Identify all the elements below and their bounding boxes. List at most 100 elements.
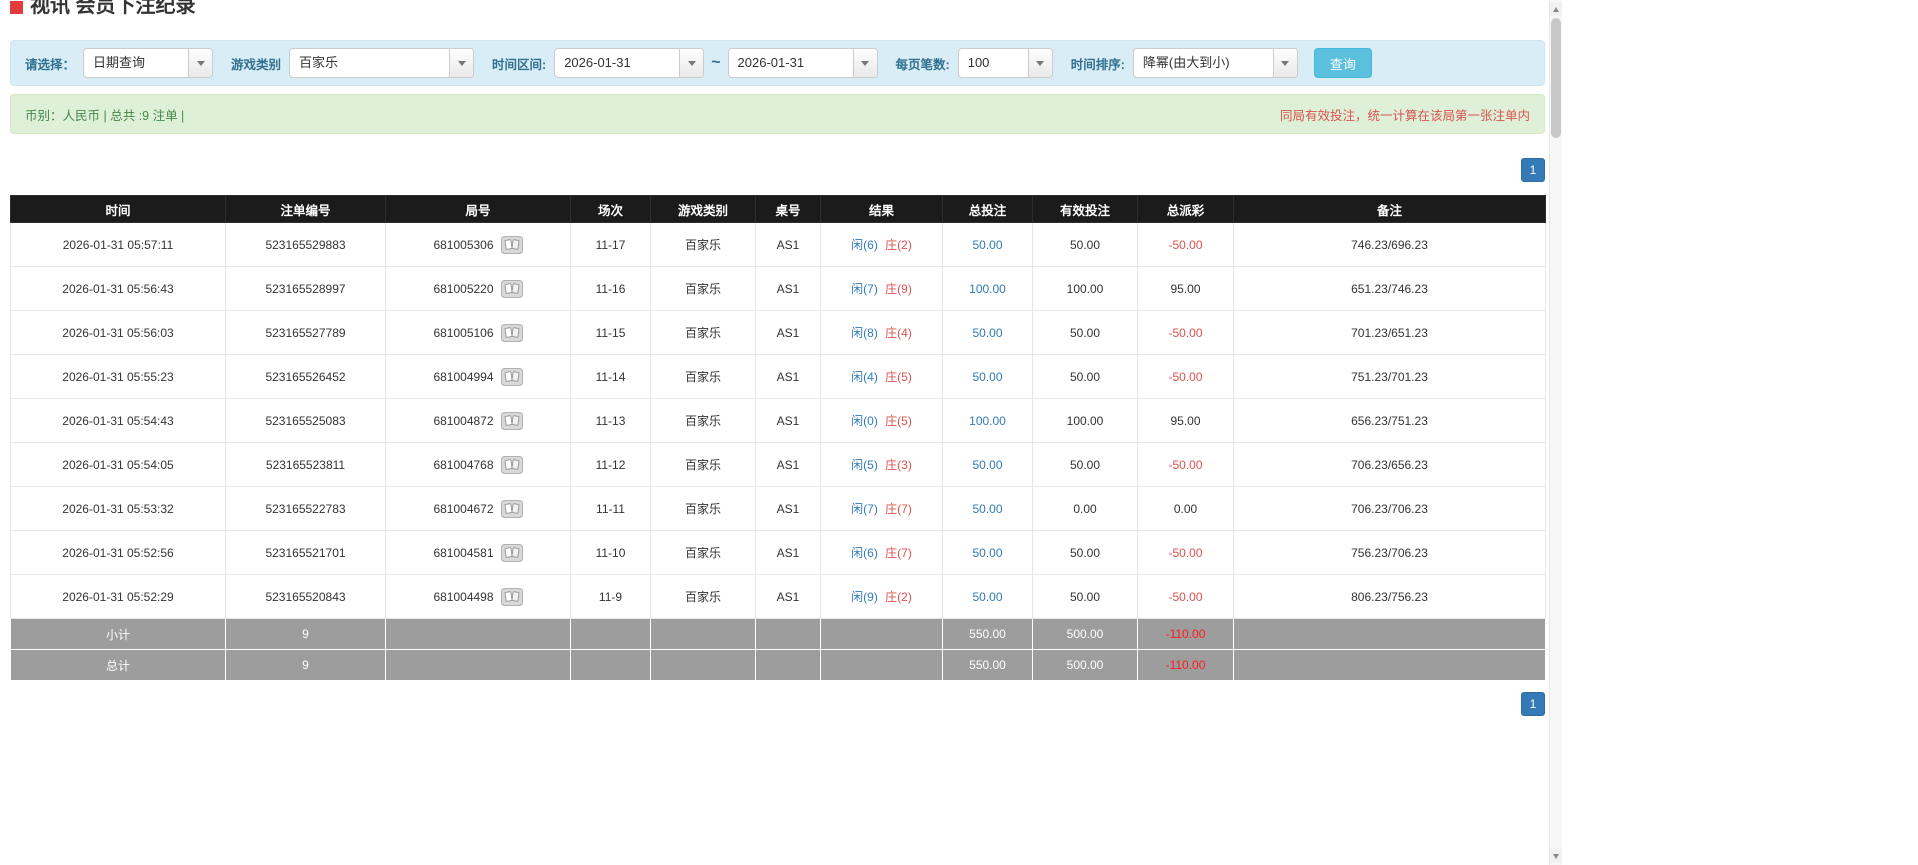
cell-payout: -50.00 [1137,574,1234,619]
scroll-up-icon[interactable] [1550,2,1562,16]
scroll-down-icon[interactable] [1550,849,1562,863]
cell-bet-id: 523165521701 [225,530,386,575]
chevron-down-icon[interactable] [1272,49,1297,77]
cell-payout: -50.00 [1137,530,1234,575]
cell-bet-id: 523165522783 [225,486,386,531]
game-result-icon[interactable] [500,499,523,518]
table-row: 2026-01-31 05:52:56 523165521701 6810045… [10,530,1546,575]
cell-remark: 746.23/696.23 [1233,222,1546,267]
query-type-select[interactable]: 日期查询 [83,48,214,78]
round-number: 681005106 [433,325,494,340]
total-total-bet: 550.00 [942,649,1033,681]
search-button[interactable]: 查询 [1313,48,1372,78]
total-count: 9 [225,649,386,681]
game-result-icon[interactable] [500,543,523,562]
cell-round: 681005106 [385,310,571,355]
result-player: 闲(5) [851,458,878,472]
table-row: 2026-01-31 05:56:03 523165527789 6810051… [10,310,1546,355]
game-result-icon[interactable] [500,323,523,342]
table-row: 2026-01-31 05:54:05 523165523811 6810047… [10,442,1546,487]
cell-remark: 751.23/701.23 [1233,354,1546,399]
page-1-button[interactable]: 1 [1521,158,1545,182]
time-sort-select[interactable]: 降幂(由大到小) [1132,48,1298,78]
table-row: 2026-01-31 05:52:29 523165520843 6810044… [10,574,1546,619]
game-result-icon[interactable] [500,367,523,386]
cell-session: 11-13 [570,398,651,443]
game-result-icon[interactable] [500,455,523,474]
cell-remark: 806.23/756.23 [1233,574,1546,619]
cell-session: 11-16 [570,266,651,311]
chevron-down-icon[interactable] [188,49,213,77]
page-size-select[interactable]: 100 [957,48,1053,78]
chevron-down-icon[interactable] [852,49,877,77]
currency-summary-text: 币别：人民币 | 总共 :9 注单 | [25,108,185,123]
date-to-select[interactable]: 2026-01-31 [727,48,878,78]
cell-round: 681004994 [385,354,571,399]
time-sort-value: 降幂(由大到小) [1142,55,1230,70]
total-label: 总计 [10,649,226,681]
cell-result: 闲(6) 庄(7) [820,530,943,575]
cell-table-no: AS1 [755,266,821,311]
game-result-icon[interactable] [500,587,523,606]
col-header-round: 局号 [385,195,571,223]
chevron-down-icon[interactable] [679,49,704,77]
result-player: 闲(8) [851,326,878,340]
cell-table-no: AS1 [755,442,821,487]
cell-time: 2026-01-31 05:56:03 [10,310,226,355]
cell-session: 11-10 [570,530,651,575]
game-type-select[interactable]: 百家乐 [289,48,475,78]
cell-bet-id: 523165526452 [225,354,386,399]
chevron-down-icon[interactable] [449,49,474,77]
cell-round: 681004581 [385,530,571,575]
col-header-game-type: 游戏类别 [650,195,756,223]
result-player: 闲(7) [851,502,878,516]
result-banker: 庄(2) [885,590,912,604]
cell-game-type: 百家乐 [650,266,756,311]
result-player: 闲(6) [851,546,878,560]
scrollbar-thumb[interactable] [1551,18,1561,138]
col-header-bet-id: 注单编号 [225,195,386,223]
cell-bet-id: 523165520843 [225,574,386,619]
col-header-session: 场次 [570,195,651,223]
time-sort-label: 时间排序: [1070,57,1125,72]
result-player: 闲(0) [851,414,878,428]
vertical-scrollbar[interactable] [1549,0,1562,865]
query-type-label: 请选择： [25,57,76,72]
chevron-down-icon[interactable] [1027,49,1052,77]
col-header-payout: 总派彩 [1137,195,1234,223]
notice-text: 同局有效投注，统一计算在该局第一张注单内 [1279,108,1530,123]
cell-game-type: 百家乐 [650,398,756,443]
cell-game-type: 百家乐 [650,486,756,531]
cell-result: 闲(0) 庄(5) [820,398,943,443]
game-result-icon[interactable] [500,279,523,298]
cell-bet-id: 523165529883 [225,222,386,267]
result-banker: 庄(7) [885,502,912,516]
range-separator: ~ [711,54,721,71]
cell-total-bet: 50.00 [942,222,1033,267]
game-result-icon[interactable] [500,235,523,254]
date-to-value: 2026-01-31 [737,55,805,70]
cell-valid-bet: 50.00 [1032,354,1138,399]
col-header-time: 时间 [10,195,226,223]
page-1-button[interactable]: 1 [1521,692,1545,716]
cell-result: 闲(5) 庄(3) [820,442,943,487]
col-header-table-no: 桌号 [755,195,821,223]
cell-table-no: AS1 [755,574,821,619]
cell-bet-id: 523165527789 [225,310,386,355]
result-player: 闲(6) [851,238,878,252]
cell-remark: 656.23/751.23 [1233,398,1546,443]
game-result-icon[interactable] [500,411,523,430]
cell-game-type: 百家乐 [650,442,756,487]
cell-payout: 95.00 [1137,266,1234,311]
cell-time: 2026-01-31 05:54:05 [10,442,226,487]
cell-round: 681004498 [385,574,571,619]
cell-table-no: AS1 [755,398,821,443]
cell-remark: 706.23/656.23 [1233,442,1546,487]
round-number: 681005220 [433,281,494,296]
result-player: 闲(9) [851,590,878,604]
date-from-select[interactable]: 2026-01-31 [554,48,705,78]
page-header: 视讯 会员下注纪录 [10,0,1545,24]
page-size-label: 每页笔数: [895,57,950,72]
table-footer: 小计 9 550.00 500.00 -110.00 总计 9 550.00 5… [10,618,1546,681]
col-header-remark: 备注 [1233,195,1546,223]
